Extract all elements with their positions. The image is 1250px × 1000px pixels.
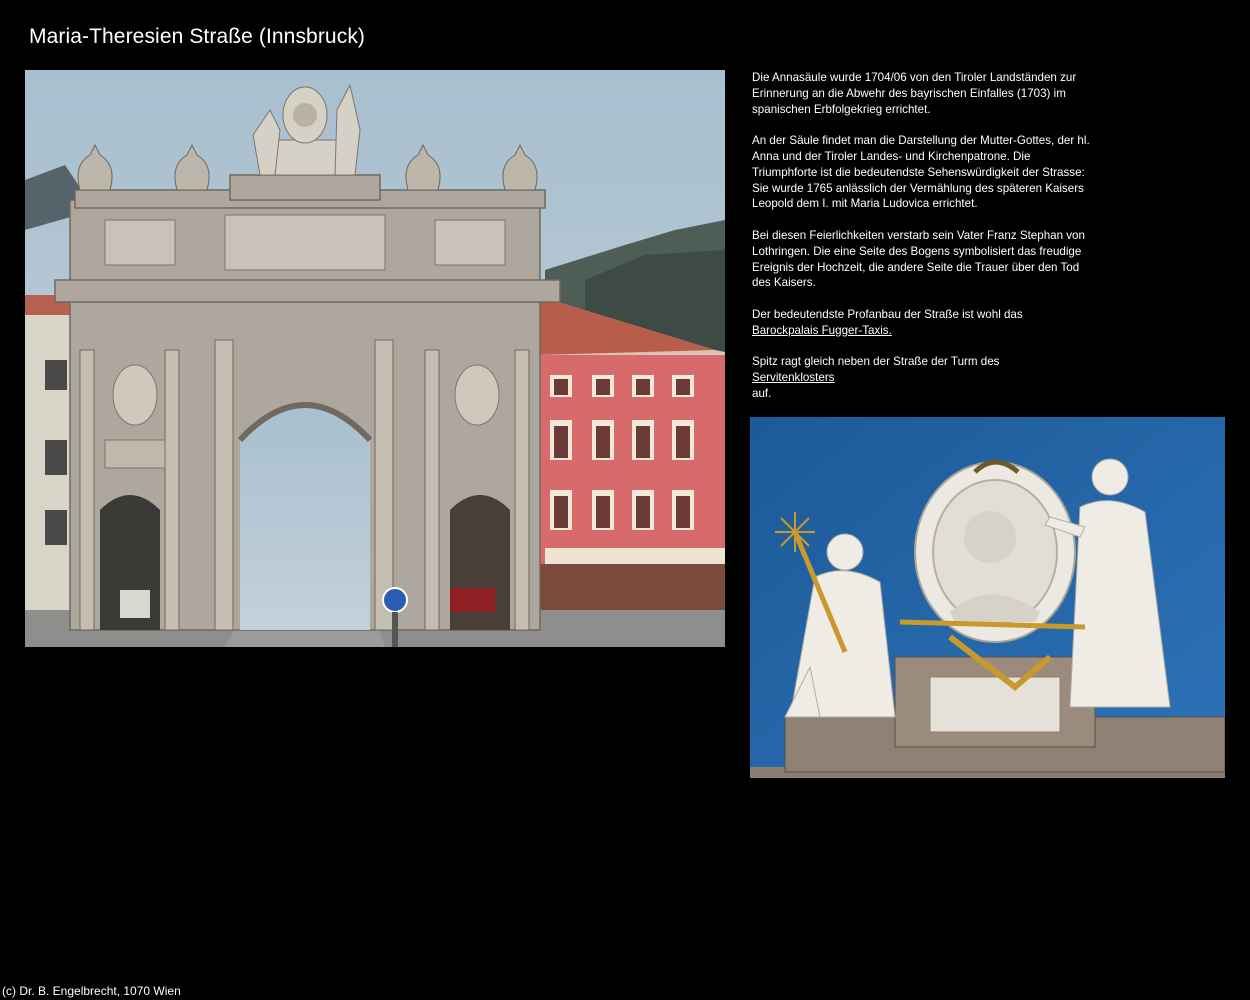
statue-group-illustration [750, 417, 1225, 778]
copyright-footer: (c) Dr. B. Engelbrecht, 1070 Wien [2, 984, 181, 998]
paragraph-annasaeule: Die Annasäule wurde 1704/06 von den Tiro… [752, 71, 1077, 116]
profanbau-text: Der bedeutendste Profanbau der Straße is… [752, 307, 1023, 321]
paragraph-profanbau: Der bedeutendste Profanbau der Straße is… [752, 307, 1097, 339]
paragraph-saeule: An der Säule findet man die Darstellung … [752, 134, 1090, 163]
triumphal-arch-illustration [25, 70, 725, 647]
servitenkloster-text: Spitz ragt gleich neben der Straße der T… [752, 355, 1000, 369]
paragraph-servitenkloster: Spitz ragt gleich neben der Straße der T… [752, 354, 1097, 401]
triumphal-arch-photo[interactable] [25, 70, 725, 647]
description-text: Die Annasäule wurde 1704/06 von den Tiro… [752, 70, 1097, 402]
statue-group-photo[interactable] [750, 417, 1225, 778]
page-title: Maria-Theresien Straße (Innsbruck) [29, 25, 366, 48]
servitenkloster-suffix: auf. [752, 386, 772, 400]
paragraph-saeule-triumphforte: An der Säule findet man die Darstellung … [752, 133, 1097, 212]
link-servitenklosters[interactable]: Servitenklosters [752, 371, 834, 384]
link-barockpalais-fugger-taxis[interactable]: Barockpalais Fugger-Taxis. [752, 324, 892, 337]
paragraph-feierlichkeiten: Bei diesen Feierlichkeiten verstarb sein… [752, 228, 1085, 290]
